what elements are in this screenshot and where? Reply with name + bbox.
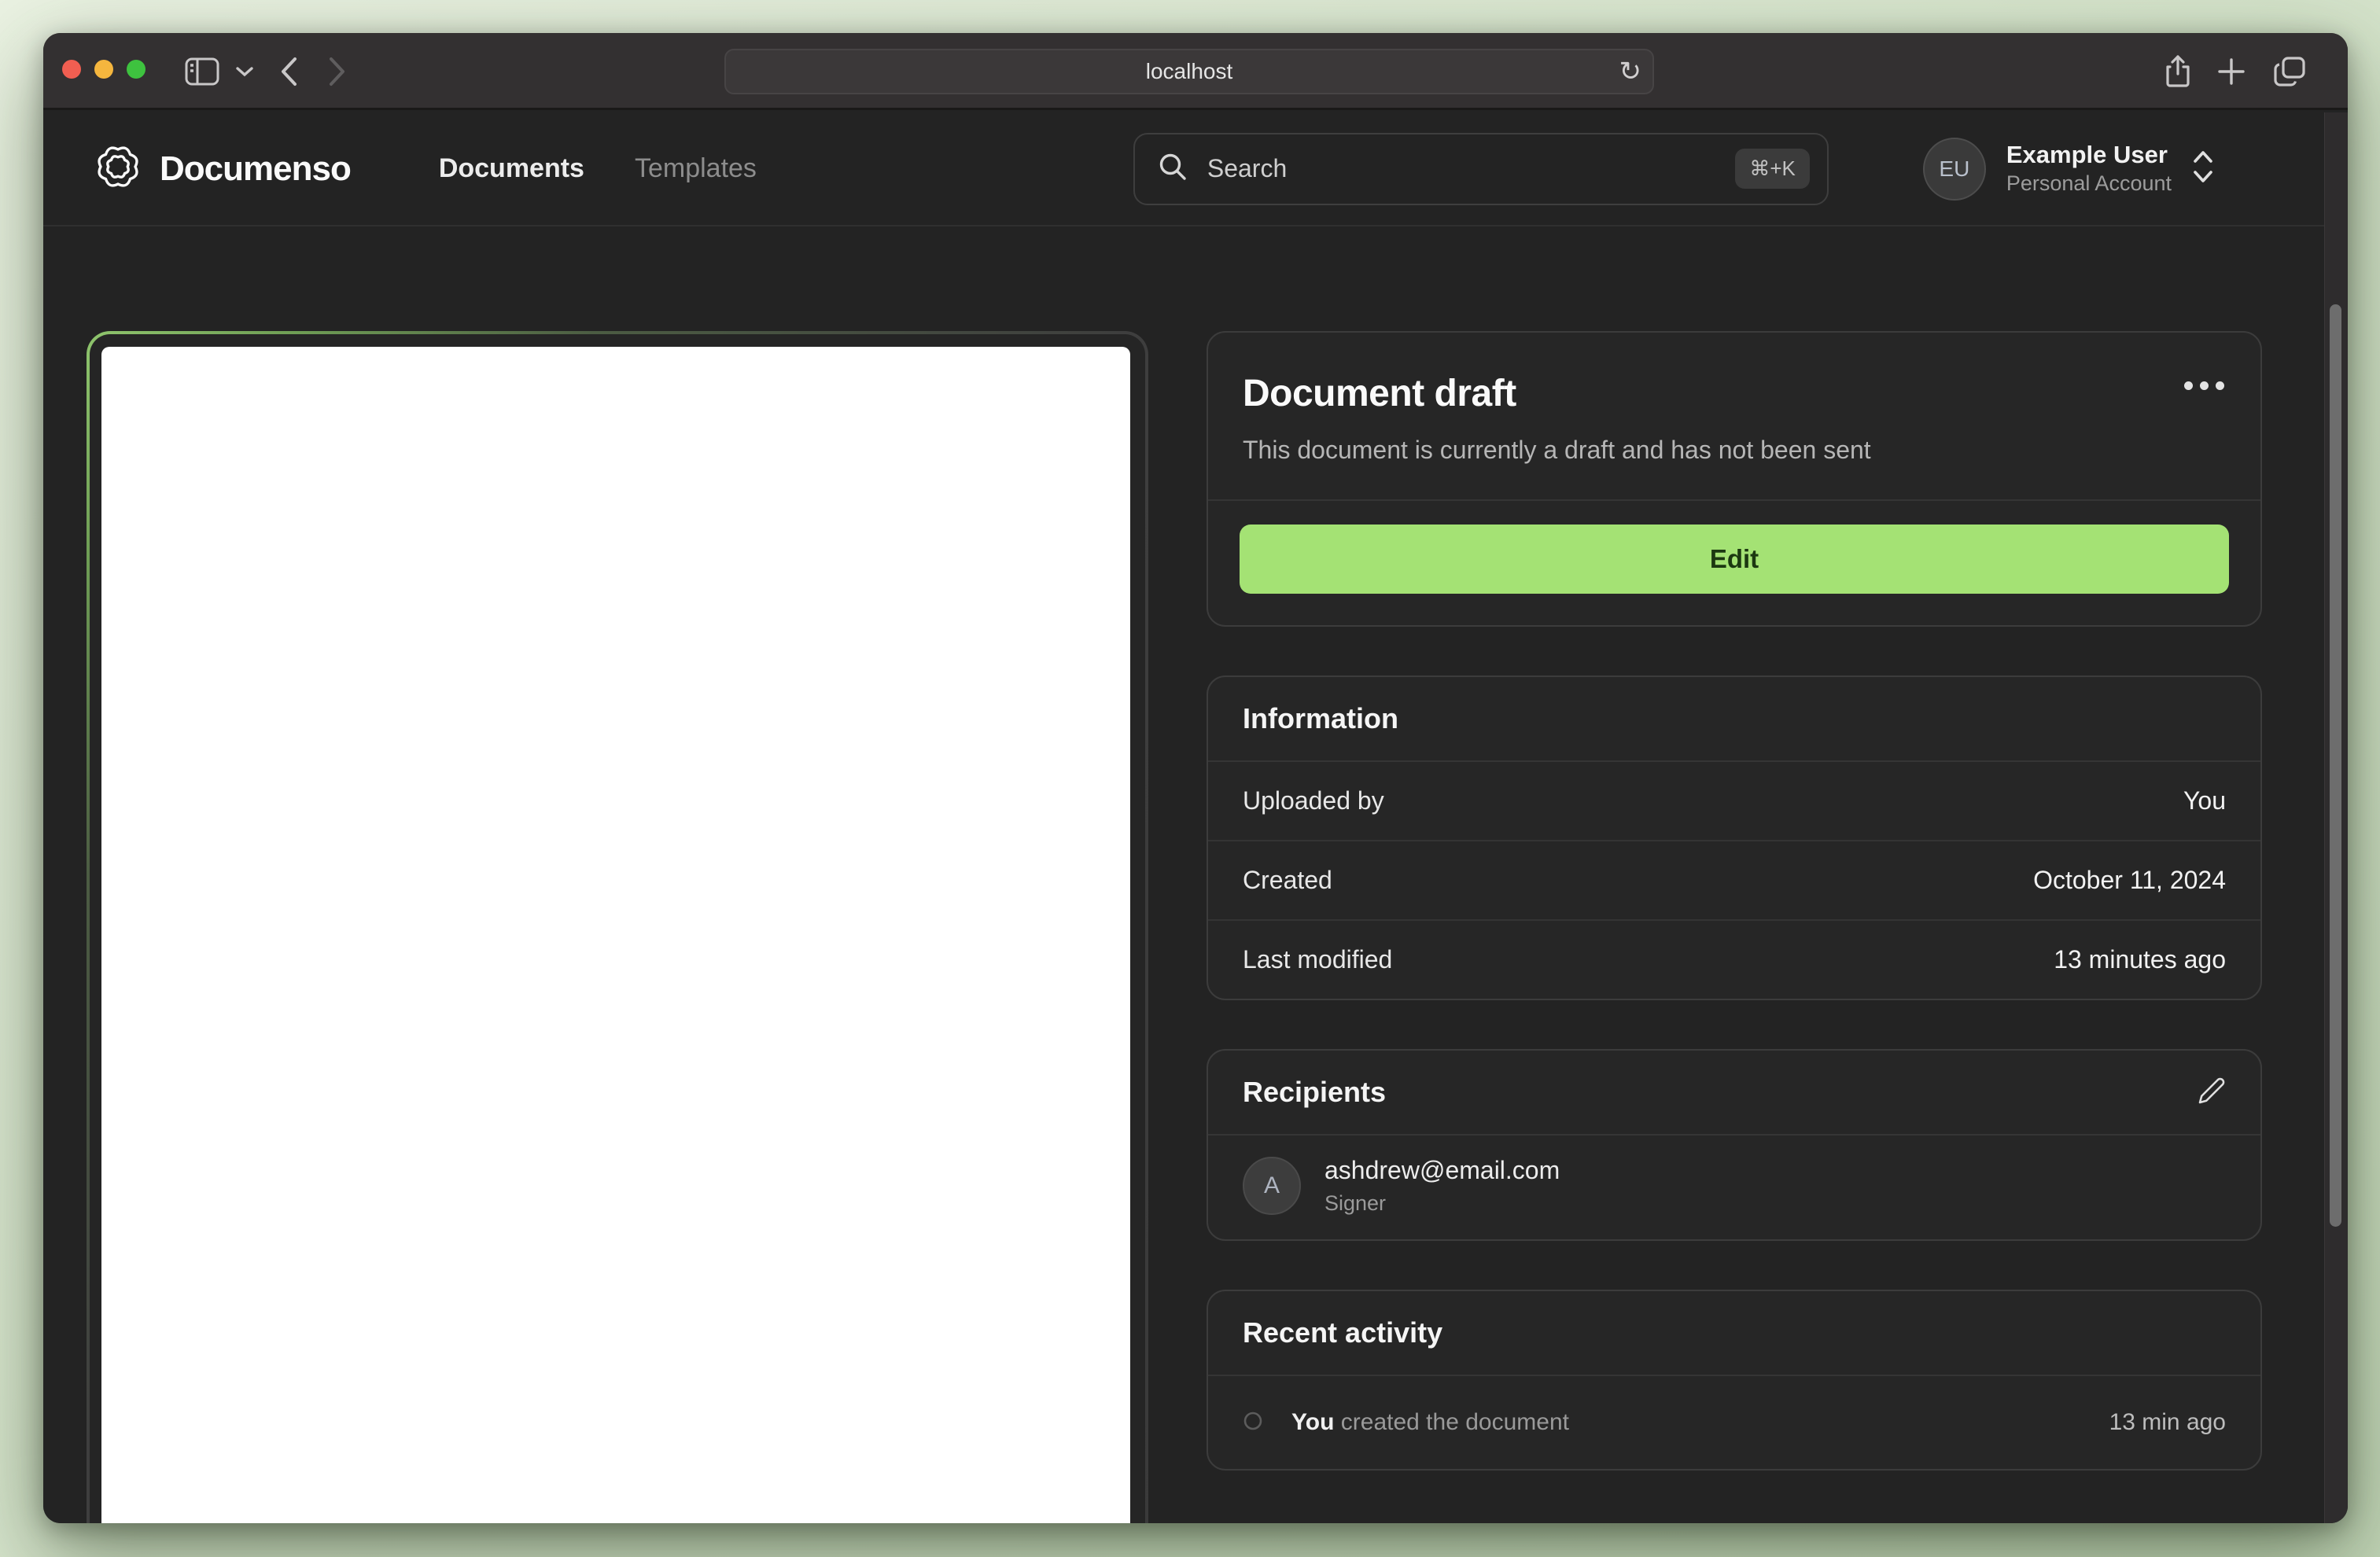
scrollbar-track[interactable] bbox=[2324, 112, 2348, 1523]
document-status-subtitle: This document is currently a draft and h… bbox=[1243, 436, 1871, 464]
document-page bbox=[101, 347, 1130, 1523]
info-value: October 11, 2024 bbox=[2033, 866, 2226, 894]
search-input[interactable]: Search ⌘+K bbox=[1133, 132, 1829, 205]
info-label: Created bbox=[1243, 866, 1332, 894]
activity-actor: You bbox=[1291, 1409, 1335, 1435]
nav-templates[interactable]: Templates bbox=[635, 153, 757, 184]
info-value: 13 minutes ago bbox=[2054, 945, 2226, 974]
new-tab-icon[interactable] bbox=[2212, 33, 2250, 110]
search-icon bbox=[1157, 151, 1188, 186]
activity-timestamp: 13 min ago bbox=[2109, 1409, 2226, 1435]
recipient-role: Signer bbox=[1324, 1191, 1387, 1215]
recipient-row[interactable]: A ashdrew@email.com Signer bbox=[1208, 1136, 2260, 1239]
recipients-card-header: Recipients bbox=[1208, 1051, 2260, 1136]
activity-row: You created the document 13 min ago bbox=[1208, 1376, 2260, 1469]
information-title: Information bbox=[1243, 702, 1398, 734]
edit-button[interactable]: Edit bbox=[1240, 525, 2229, 594]
close-window-button[interactable] bbox=[62, 60, 81, 79]
documenso-app: Documenso Documents Templates Search ⌘+K… bbox=[43, 112, 2348, 1523]
activity-text: You created the document bbox=[1291, 1409, 2081, 1436]
app-header: Documenso Documents Templates Search ⌘+K… bbox=[43, 112, 2324, 226]
documenso-logo[interactable]: Documenso bbox=[94, 142, 352, 195]
desktop: { "browser": { "url": "localhost", "relo… bbox=[0, 0, 2380, 1557]
info-row-last-modified: Last modified 13 minutes ago bbox=[1208, 919, 2260, 999]
forward-button[interactable] bbox=[319, 33, 356, 110]
user-name: Example User bbox=[2006, 140, 2168, 168]
nav-documents[interactable]: Documents bbox=[439, 153, 584, 184]
search-shortcut-badge: ⌘+K bbox=[1735, 149, 1810, 189]
information-card-header: Information bbox=[1208, 677, 2260, 762]
sidebar-chevron-down-icon[interactable] bbox=[230, 33, 259, 110]
recent-activity-card-header: Recent activity bbox=[1208, 1291, 2260, 1376]
main-nav: Documents Templates bbox=[439, 153, 757, 184]
edit-recipients-pencil-icon[interactable] bbox=[2198, 1077, 2226, 1109]
user-info: Example User Personal Account bbox=[2006, 140, 2172, 198]
information-card: Information Uploaded by You Created Octo… bbox=[1207, 675, 2262, 1000]
user-menu[interactable]: EU Example User Personal Account bbox=[1922, 137, 2214, 201]
window-controls bbox=[62, 60, 146, 79]
search-placeholder: Search bbox=[1207, 154, 1288, 182]
share-icon[interactable] bbox=[2159, 33, 2197, 110]
reload-icon[interactable]: ↻ bbox=[1619, 58, 1642, 85]
address-bar[interactable]: localhost ↻ bbox=[724, 49, 1654, 94]
recent-activity-title: Recent activity bbox=[1243, 1316, 1443, 1349]
activity-action: created the document bbox=[1340, 1409, 1569, 1435]
recipient-info: ashdrew@email.com Signer bbox=[1324, 1156, 1560, 1216]
info-row-uploaded-by: Uploaded by You bbox=[1208, 762, 2260, 840]
documenso-logo-icon bbox=[94, 142, 142, 195]
document-status-title: Document draft bbox=[1243, 373, 1516, 414]
status-card-header: Document draft This document is currentl… bbox=[1208, 333, 2260, 499]
info-label: Uploaded by bbox=[1243, 786, 1384, 815]
address-bar-url: localhost bbox=[1145, 59, 1233, 83]
recipient-email: ashdrew@email.com bbox=[1324, 1156, 1560, 1184]
recipient-avatar: A bbox=[1243, 1157, 1301, 1215]
sidebar-toggle-icon[interactable] bbox=[183, 33, 221, 110]
document-details-panel: Document draft This document is currentl… bbox=[1207, 331, 2262, 1470]
recent-activity-card: Recent activity You created the document… bbox=[1207, 1290, 2262, 1470]
user-avatar: EU bbox=[1922, 137, 1986, 201]
brand-name: Documenso bbox=[160, 149, 352, 188]
back-button[interactable] bbox=[270, 33, 308, 110]
recipients-card: Recipients A ashdrew@email.com Signer bbox=[1207, 1049, 2262, 1241]
status-card-footer: Edit bbox=[1208, 499, 2260, 625]
info-label: Last modified bbox=[1243, 945, 1393, 974]
document-status-card: Document draft This document is currentl… bbox=[1207, 331, 2262, 627]
document-preview-inner bbox=[90, 334, 1145, 1523]
zoom-window-button[interactable] bbox=[127, 60, 146, 79]
safari-window: localhost ↻ Documenso Documents Template… bbox=[43, 33, 2348, 1523]
user-account-type: Personal Account bbox=[2006, 171, 2172, 196]
scrollbar-thumb[interactable] bbox=[2330, 304, 2341, 1227]
minimize-window-button[interactable] bbox=[94, 60, 113, 79]
recipients-title: Recipients bbox=[1243, 1076, 1387, 1108]
chevrons-up-down-icon bbox=[2192, 149, 2214, 189]
info-value: You bbox=[2183, 786, 2226, 815]
tab-overview-icon[interactable] bbox=[2269, 33, 2310, 110]
activity-bullet-icon bbox=[1243, 1411, 1263, 1435]
document-preview-frame bbox=[87, 331, 1148, 1523]
browser-toolbar: localhost ↻ bbox=[43, 33, 2348, 110]
document-options-menu-icon[interactable] bbox=[2179, 377, 2229, 395]
info-row-created: Created October 11, 2024 bbox=[1208, 840, 2260, 919]
